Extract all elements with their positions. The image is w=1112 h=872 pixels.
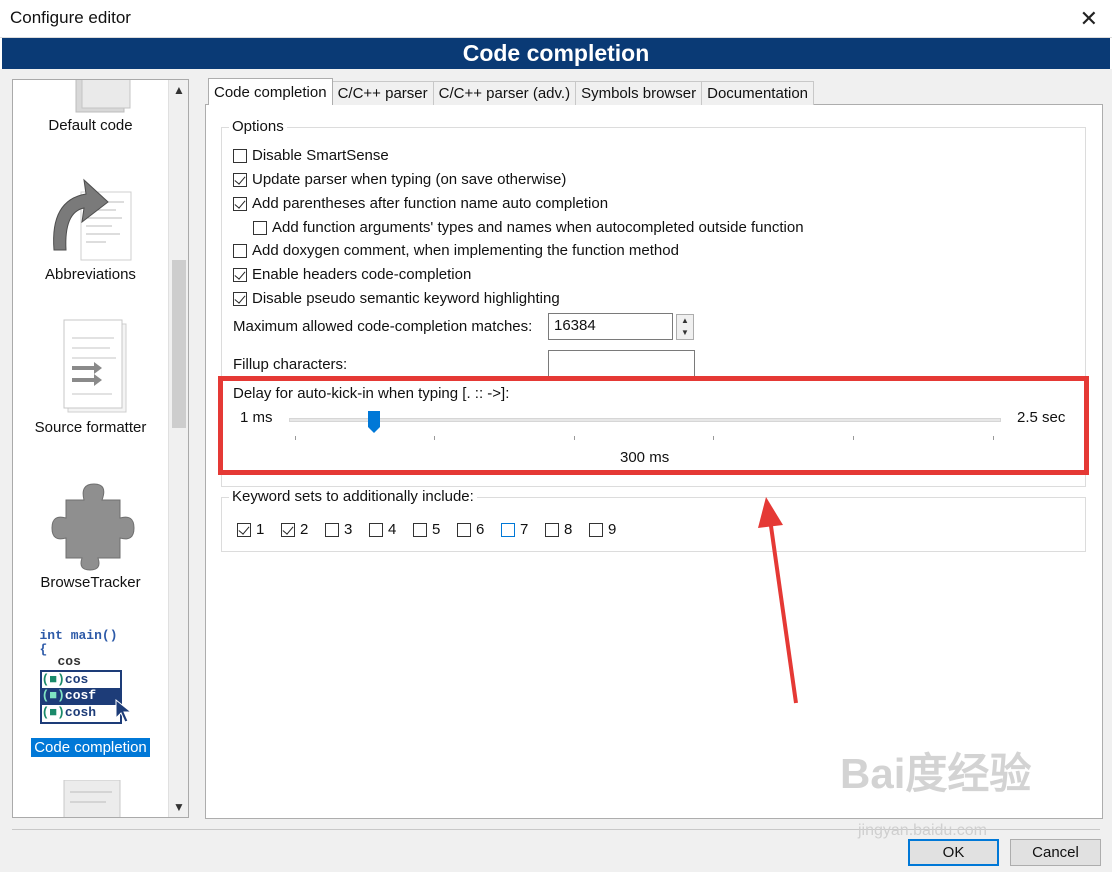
spin-down-icon[interactable]: ▼ [677,327,693,339]
max-matches-stepper[interactable]: ▲ ▼ [676,314,694,340]
scroll-thumb[interactable] [172,260,186,428]
checkbox-enable-headers[interactable]: Enable headers code-completion [233,266,471,283]
keyword-set-7[interactable]: 7 [501,521,528,538]
keyword-set-9[interactable]: 9 [589,521,616,538]
sidebar-item-label: Code completion [31,738,150,757]
default-code-icon [75,80,130,113]
close-icon[interactable]: ✕ [1080,6,1098,32]
sidebar-item-label: Source formatter [34,419,147,436]
code-completion-icon: int main() { cos (■)cos (■)cosf (■)cosh [36,628,146,738]
title-bar: Configure editor ✕ [0,0,1112,38]
checkbox-add-parentheses[interactable]: Add parentheses after function name auto… [233,195,608,212]
keyword-sets-title: Keyword sets to additionally include: [229,488,477,505]
sidebar-item-source-formatter[interactable]: Source formatter [13,318,168,437]
watermark-url: jingyan.baidu.com [858,822,987,839]
keyword-set-label: 7 [520,521,529,538]
page-header: Code completion [0,38,1112,69]
checkbox-box[interactable] [233,196,247,211]
keyword-set-3[interactable]: 3 [325,521,352,538]
checkbox-box[interactable] [233,243,247,258]
checkbox-update-parser[interactable]: Update parser when typing (on save other… [233,171,566,188]
sidebar-item-partial[interactable] [13,780,168,817]
keyword-set-label: 8 [564,521,573,538]
scroll-down-icon[interactable]: ▼ [169,797,188,817]
checkbox-box[interactable] [233,148,247,163]
keyword-set-2[interactable]: 2 [281,521,308,538]
checkbox-box[interactable] [281,522,295,537]
checkbox-disable-pseudo-semantic[interactable]: Disable pseudo semantic keyword highligh… [233,290,560,307]
sidebar-scrollbar[interactable]: ▲ ▼ [168,80,188,817]
keyword-set-5[interactable]: 5 [413,521,440,538]
tab-code-completion[interactable]: Code completion [208,78,333,105]
sidebar-item-label: BrowseTracker [40,574,141,591]
keyword-set-label: 5 [432,521,441,538]
checkbox-box[interactable] [325,522,339,537]
tab-documentation[interactable]: Documentation [701,81,815,105]
scroll-up-icon[interactable]: ▲ [169,80,188,100]
checkbox-box[interactable] [457,522,471,537]
checkbox-box[interactable] [233,172,247,187]
category-list[interactable]: Default code Abbreviations Source format… [12,79,189,818]
keyword-set-label: 3 [344,521,353,538]
keyword-set-label: 9 [608,521,617,538]
tab-cpp-parser[interactable]: C/C++ parser [331,81,434,105]
sidebar-item-code-completion[interactable]: int main() { cos (■)cos (■)cosf (■)cosh … [13,628,168,757]
checkbox-box[interactable] [253,220,267,235]
tab-bar: Code completion C/C++ parser C/C++ parse… [208,78,815,105]
ok-button[interactable]: OK [908,839,999,866]
checkbox-disable-smartsense[interactable]: Disable SmartSense [233,147,389,164]
checkbox-add-doxygen[interactable]: Add doxygen comment, when implementing t… [233,242,679,259]
max-matches-label: Maximum allowed code-completion matches: [233,318,533,335]
sidebar-item-abbreviations[interactable]: Abbreviations [13,170,168,284]
fillup-label: Fillup characters: [233,356,348,373]
sidebar-item-label: Default code [48,117,133,134]
checkbox-box[interactable] [413,522,427,537]
keyword-set-label: 2 [300,521,309,538]
sidebar-item-default-code[interactable]: Default code [13,80,168,135]
fillup-input[interactable] [548,350,695,377]
puzzle-icon [50,483,135,571]
checkbox-box[interactable] [501,522,515,537]
checkbox-box[interactable] [369,522,383,537]
keyword-set-label: 6 [476,521,485,538]
source-formatter-icon [63,319,126,413]
document-icon [63,780,120,817]
keyword-set-label: 4 [388,521,397,538]
annotation-arrow [758,497,798,704]
page-title: Code completion [2,38,1110,69]
annotation-highlight-box [218,376,1089,475]
checkbox-box[interactable] [545,522,559,537]
spin-up-icon[interactable]: ▲ [677,315,693,327]
watermark-logo: Bai度经验 [840,750,1032,797]
sidebar-item-label: Abbreviations [45,266,136,283]
checkbox-add-function-arguments[interactable]: Add function arguments' types and names … [253,219,804,236]
keyword-set-4[interactable]: 4 [369,521,396,538]
options-group-title: Options [229,118,287,135]
abbreviations-icon [52,178,131,261]
max-matches-input[interactable]: 16384 [548,313,673,340]
checkbox-box[interactable] [589,522,603,537]
tab-cpp-parser-adv[interactable]: C/C++ parser (adv.) [432,81,577,105]
tab-symbols-browser[interactable]: Symbols browser [575,81,703,105]
cancel-button[interactable]: Cancel [1010,839,1101,866]
sidebar-item-browsetracker[interactable]: BrowseTracker [13,478,168,592]
keyword-set-1[interactable]: 1 [237,521,264,538]
checkbox-box[interactable] [233,291,247,306]
keyword-set-6[interactable]: 6 [457,521,484,538]
keyword-set-8[interactable]: 8 [545,521,572,538]
checkbox-box[interactable] [237,522,251,537]
window-title: Configure editor [10,8,131,27]
checkbox-box[interactable] [233,267,247,282]
keyword-set-label: 1 [256,521,265,538]
